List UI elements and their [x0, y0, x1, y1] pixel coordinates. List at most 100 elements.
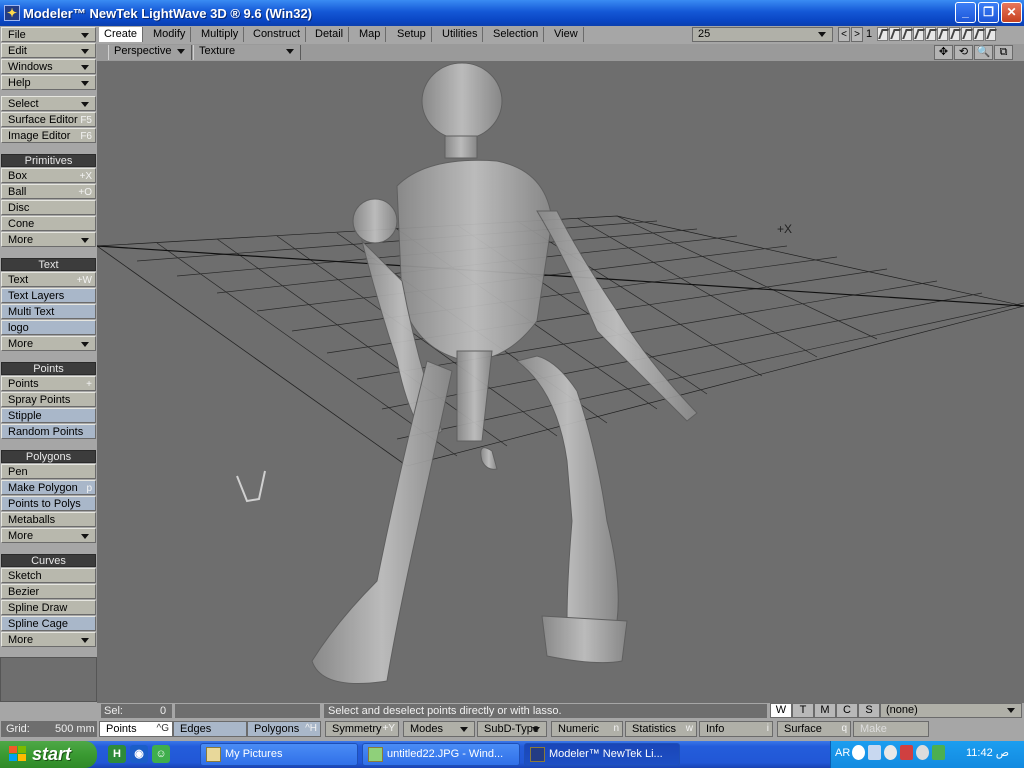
messenger-icon[interactable]: ☺	[152, 745, 170, 763]
primitives-more-dropdown[interactable]: More	[1, 232, 96, 247]
subd-type-dropdown[interactable]: SubD-Type	[477, 721, 547, 737]
metaballs-button[interactable]: Metaballs	[1, 512, 96, 527]
multi-text-button[interactable]: Multi Text	[1, 304, 96, 319]
symmetry-toggle[interactable]: Symmetry +Y	[325, 721, 399, 737]
points-to-polys-button[interactable]: Points to Polys	[1, 496, 96, 511]
media-player-icon[interactable]: ◉	[130, 745, 148, 763]
viewport-controls: ✥ ⟲ 🔍 ⧉	[934, 45, 1013, 60]
layer-buttons	[877, 27, 996, 41]
tab-setup[interactable]: Setup	[392, 27, 432, 42]
layer-1-button[interactable]	[877, 27, 888, 41]
layer-4-button[interactable]	[913, 27, 924, 41]
statistics-button[interactable]: Statistics w	[625, 721, 697, 737]
security-icon[interactable]	[900, 745, 913, 760]
next-layer-button[interactable]: >	[851, 27, 863, 42]
spline-draw-button[interactable]: Spline Draw	[1, 600, 96, 615]
spray-points-button[interactable]: Spray Points	[1, 392, 96, 407]
update-icon[interactable]	[932, 745, 945, 760]
network-icon[interactable]	[868, 745, 881, 760]
morph-map-button[interactable]: M	[814, 703, 836, 718]
view-mode-dropdown[interactable]: Perspective	[108, 45, 192, 60]
volume-icon[interactable]	[916, 745, 929, 760]
text-tool-button[interactable]: Text +W	[1, 272, 96, 287]
polygons-more-dropdown[interactable]: More	[1, 528, 96, 543]
tab-create[interactable]: Create	[99, 27, 144, 42]
numeric-button[interactable]: Numeric n	[551, 721, 623, 737]
bezier-tool-button[interactable]: Bezier	[1, 584, 96, 599]
layer-3-button[interactable]	[901, 27, 912, 41]
layer-select-dropdown[interactable]: 25	[692, 27, 833, 42]
help-menu[interactable]: Help	[1, 75, 96, 90]
text-layers-button[interactable]: Text Layers	[1, 288, 96, 303]
curves-more-dropdown[interactable]: More	[1, 632, 96, 647]
layer-10-button[interactable]	[985, 27, 996, 41]
pen-tool-button[interactable]: Pen	[1, 464, 96, 479]
tab-view[interactable]: View	[549, 27, 584, 42]
texture-map-button[interactable]: T	[792, 703, 814, 718]
layer-6-button[interactable]	[937, 27, 948, 41]
quicktime-icon[interactable]: H	[108, 745, 126, 763]
tray-app-icon[interactable]	[884, 745, 897, 760]
color-map-button[interactable]: C	[836, 703, 858, 718]
windows-menu[interactable]: Windows	[1, 59, 96, 74]
select-dropdown[interactable]: Select	[1, 96, 96, 111]
surface-button[interactable]: Surface q	[777, 721, 851, 737]
taskbar-modeler[interactable]: Modeler™ NewTek Li...	[524, 743, 680, 766]
image-editor-button[interactable]: Image Editor F6	[1, 128, 96, 143]
edges-mode-button[interactable]: Edges	[173, 721, 247, 737]
perspective-viewport[interactable]: +X	[97, 61, 1024, 701]
maximize-icon[interactable]: ⧉	[994, 45, 1013, 60]
tab-multiply[interactable]: Multiply	[196, 27, 245, 42]
tab-map[interactable]: Map	[354, 27, 387, 42]
make-button[interactable]: Make	[853, 721, 929, 737]
weight-map-button[interactable]: W	[770, 703, 792, 718]
tab-modify[interactable]: Modify	[148, 27, 192, 42]
selection-map-button[interactable]: S	[858, 703, 880, 718]
layer-2-button[interactable]	[889, 27, 900, 41]
layer-9-button[interactable]	[973, 27, 984, 41]
zoom-icon[interactable]: 🔍	[974, 45, 993, 60]
make-polygon-button[interactable]: Make Polygon p	[1, 480, 96, 495]
move-icon[interactable]: ✥	[934, 45, 953, 60]
stipple-button[interactable]: Stipple	[1, 408, 96, 423]
render-mode-dropdown[interactable]: Texture	[193, 45, 301, 60]
rotate-icon[interactable]: ⟲	[954, 45, 973, 60]
tab-construct[interactable]: Construct	[248, 27, 307, 42]
file-menu[interactable]: File	[1, 27, 96, 42]
viewport-scene: +X	[97, 62, 1024, 684]
points-tool-button[interactable]: Points +	[1, 376, 96, 391]
points-mode-button[interactable]: Points ^G	[99, 721, 173, 737]
taskbar-my-pictures[interactable]: My Pictures	[200, 743, 358, 766]
disc-tool-button[interactable]: Disc	[1, 200, 96, 215]
tab-selection[interactable]: Selection	[488, 27, 545, 42]
vmap-dropdown[interactable]: (none)	[880, 703, 1022, 718]
polygons-mode-button[interactable]: Polygons ^H	[247, 721, 321, 737]
layer-8-button[interactable]	[961, 27, 972, 41]
cone-tool-button[interactable]: Cone	[1, 216, 96, 231]
minimize-button[interactable]: _	[955, 2, 976, 23]
tab-utilities[interactable]: Utilities	[437, 27, 484, 42]
curves-header: Curves	[1, 554, 96, 567]
taskbar-image-viewer[interactable]: untitled22.JPG - Wind...	[362, 743, 520, 766]
info-button[interactable]: Info i	[699, 721, 773, 737]
layer-5-button[interactable]	[925, 27, 936, 41]
spline-cage-button[interactable]: Spline Cage	[1, 616, 96, 631]
random-points-button[interactable]: Random Points	[1, 424, 96, 439]
restore-button[interactable]: ❐	[978, 2, 999, 23]
surface-editor-button[interactable]: Surface Editor F5	[1, 112, 96, 127]
modes-dropdown[interactable]: Modes	[403, 721, 475, 737]
tab-detail[interactable]: Detail	[310, 27, 350, 42]
close-button[interactable]: ✕	[1001, 2, 1022, 23]
box-tool-button[interactable]: Box +X	[1, 168, 96, 183]
sketch-tool-button[interactable]: Sketch	[1, 568, 96, 583]
logo-button[interactable]: logo	[1, 320, 96, 335]
ball-tool-button[interactable]: Ball +O	[1, 184, 96, 199]
prev-layer-button[interactable]: <	[838, 27, 850, 42]
text-more-dropdown[interactable]: More	[1, 336, 96, 351]
edit-menu[interactable]: Edit	[1, 43, 96, 58]
status-blank	[175, 704, 320, 718]
title-bar[interactable]: ✦ Modeler™ NewTek LightWave 3D ® 9.6 (Wi…	[0, 0, 1024, 26]
tray-expand-icon[interactable]	[852, 745, 865, 760]
language-indicator[interactable]: AR	[835, 747, 850, 759]
layer-7-button[interactable]	[949, 27, 960, 41]
